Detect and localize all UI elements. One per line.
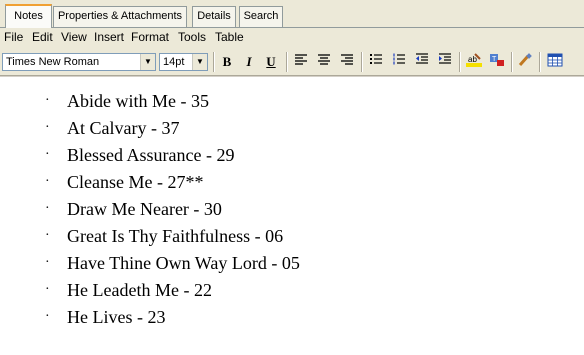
bulleted-list-icon bbox=[370, 54, 382, 64]
list-item: · Draw Me Nearer - 30 bbox=[0, 199, 500, 225]
list-item: · He Lives - 23 bbox=[0, 307, 500, 333]
bullet-icon: · bbox=[45, 147, 50, 162]
bullet-icon: · bbox=[45, 282, 50, 297]
svg-text:T: T bbox=[492, 56, 497, 63]
list-item-text: Great Is Thy Faithfulness - 06 bbox=[67, 226, 284, 246]
toolbar-separator bbox=[539, 52, 541, 72]
list-item-text: Have Thine Own Way Lord - 05 bbox=[67, 253, 300, 273]
menu-format[interactable]: Format bbox=[131, 30, 169, 44]
tab-details[interactable]: Details bbox=[192, 6, 236, 27]
tab-bar: Notes Properties & Attachments Details S… bbox=[0, 0, 584, 28]
list-item-text: Cleanse Me - 27** bbox=[67, 172, 204, 192]
numbered-list-icon bbox=[393, 53, 405, 65]
table-icon bbox=[547, 53, 563, 67]
toolbar-separator bbox=[361, 52, 363, 72]
menu-tools[interactable]: Tools bbox=[178, 30, 206, 44]
toolbar-separator bbox=[286, 52, 288, 72]
tab-properties-attachments[interactable]: Properties & Attachments bbox=[53, 6, 187, 27]
menu-table[interactable]: Table bbox=[215, 30, 244, 44]
list-item-text: He Lives - 23 bbox=[67, 307, 166, 327]
bullet-icon: · bbox=[45, 255, 50, 270]
list-item: · Cleanse Me - 27** bbox=[0, 172, 500, 198]
bullet-icon: · bbox=[45, 309, 50, 324]
bullet-icon: · bbox=[45, 174, 50, 189]
chevron-down-icon[interactable]: ▼ bbox=[192, 54, 207, 70]
increase-indent-icon bbox=[439, 53, 451, 64]
bulleted-list-button[interactable] bbox=[367, 53, 385, 71]
menu-view[interactable]: View bbox=[61, 30, 87, 44]
decrease-indent-icon bbox=[416, 53, 428, 64]
tab-search[interactable]: Search bbox=[239, 6, 283, 27]
insert-table-button[interactable] bbox=[546, 53, 564, 71]
menu-insert[interactable]: Insert bbox=[94, 30, 124, 44]
menu-file[interactable]: File bbox=[4, 30, 23, 44]
clear-formatting-button[interactable] bbox=[516, 53, 534, 71]
list-item: · He Leadeth Me - 22 bbox=[0, 280, 500, 306]
align-center-button[interactable] bbox=[315, 53, 333, 71]
list-item: · At Calvary - 37 bbox=[0, 118, 500, 144]
increase-indent-button[interactable] bbox=[436, 53, 454, 71]
toolbar-separator bbox=[213, 52, 215, 72]
toolbar-separator bbox=[511, 52, 513, 72]
align-center-icon bbox=[318, 54, 330, 65]
list-item: · Have Thine Own Way Lord - 05 bbox=[0, 253, 500, 279]
menu-bar: File Edit View Insert Format Tools Table bbox=[0, 28, 584, 46]
italic-button[interactable]: I bbox=[240, 53, 258, 71]
font-size-value: 14pt bbox=[163, 56, 185, 68]
font-name-select[interactable]: Times New Roman ▼ bbox=[2, 53, 156, 71]
tab-notes[interactable]: Notes bbox=[5, 4, 52, 28]
notes-editor[interactable]: · Abide with Me - 35 · At Calvary - 37 ·… bbox=[0, 76, 584, 355]
bullet-icon: · bbox=[45, 228, 50, 243]
list-item-text: Blessed Assurance - 29 bbox=[67, 145, 235, 165]
list-item: · Abide with Me - 35 bbox=[0, 91, 500, 117]
list-item-text: Draw Me Nearer - 30 bbox=[67, 199, 222, 219]
highlight-color-button[interactable]: ab bbox=[465, 53, 483, 71]
font-color-button[interactable]: T bbox=[488, 53, 506, 71]
highlight-color-icon: ab bbox=[466, 53, 482, 67]
align-left-icon bbox=[295, 54, 307, 65]
align-left-button[interactable] bbox=[292, 53, 310, 71]
formatting-toolbar: Times New Roman ▼ 14pt ▼ B I U ab T bbox=[0, 46, 584, 76]
list-item: · Great Is Thy Faithfulness - 06 bbox=[0, 226, 500, 252]
font-color-icon: T bbox=[490, 54, 504, 66]
menu-edit[interactable]: Edit bbox=[32, 30, 53, 44]
toolbar-separator bbox=[459, 52, 461, 72]
align-right-icon bbox=[341, 54, 353, 65]
chevron-down-icon[interactable]: ▼ bbox=[140, 54, 155, 70]
underline-button[interactable]: U bbox=[262, 53, 280, 71]
bullet-icon: · bbox=[45, 93, 50, 108]
list-item-text: Abide with Me - 35 bbox=[67, 91, 209, 111]
bold-button[interactable]: B bbox=[218, 53, 236, 71]
font-name-value: Times New Roman bbox=[6, 56, 100, 68]
list-item: · Blessed Assurance - 29 bbox=[0, 145, 500, 171]
list-item-text: At Calvary - 37 bbox=[67, 118, 180, 138]
font-size-select[interactable]: 14pt ▼ bbox=[159, 53, 208, 71]
decrease-indent-button[interactable] bbox=[413, 53, 431, 71]
bullet-icon: · bbox=[45, 201, 50, 216]
paintbrush-icon bbox=[518, 53, 532, 66]
bullet-icon: · bbox=[45, 120, 50, 135]
numbered-list-button[interactable] bbox=[390, 53, 408, 71]
align-right-button[interactable] bbox=[338, 53, 356, 71]
list-item-text: He Leadeth Me - 22 bbox=[67, 280, 212, 300]
